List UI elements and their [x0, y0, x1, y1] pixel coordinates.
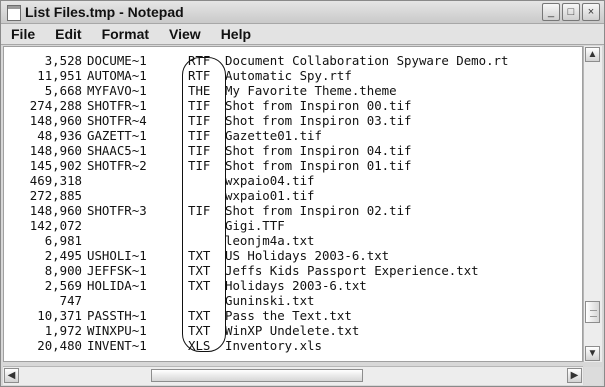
- long-name: US Holidays 2003-6.txt: [225, 248, 390, 263]
- file-size: 747: [59, 293, 82, 308]
- long-name: My Favorite Theme.theme: [225, 83, 397, 98]
- extension: TIF: [188, 158, 211, 173]
- notepad-window: List Files.tmp - Notepad _ □ × File Edit…: [0, 0, 605, 387]
- title-bar[interactable]: List Files.tmp - Notepad _ □ ×: [1, 1, 604, 24]
- long-name: wxpaio01.tif: [225, 188, 315, 203]
- file-size: 10,371: [37, 308, 82, 323]
- long-name: Shot from Inspiron 04.tif: [225, 143, 412, 158]
- short-name: SHOTFR~4: [87, 113, 147, 128]
- short-name: INVENT~1: [87, 338, 147, 353]
- short-name: GAZETT~1: [87, 128, 147, 143]
- minimize-button[interactable]: _: [542, 3, 560, 21]
- horizontal-scroll-thumb[interactable]: [151, 369, 363, 382]
- long-name: Guninski.txt: [225, 293, 315, 308]
- grip-icon: [590, 310, 597, 317]
- extension: TIF: [188, 203, 211, 218]
- file-size: 11,951: [37, 68, 82, 83]
- long-name: Shot from Inspiron 03.tif: [225, 113, 412, 128]
- scroll-up-button[interactable]: ▲: [585, 47, 600, 62]
- extension: XLS: [188, 338, 211, 353]
- file-size: 6,981: [44, 233, 82, 248]
- close-button[interactable]: ×: [582, 3, 600, 21]
- maximize-button[interactable]: □: [562, 3, 580, 21]
- menu-edit[interactable]: Edit: [45, 26, 91, 42]
- window-title: List Files.tmp - Notepad: [25, 4, 184, 20]
- file-size: 148,960: [29, 203, 82, 218]
- horizontal-scrollbar[interactable]: ◀ ▶: [3, 366, 583, 385]
- menu-bar: File Edit Format View Help: [1, 24, 604, 45]
- file-size: 8,900: [44, 263, 82, 278]
- file-size: 145,902: [29, 158, 82, 173]
- file-size: 274,288: [29, 98, 82, 113]
- short-name: SHOTFR~2: [87, 158, 147, 173]
- long-name: Automatic Spy.rtf: [225, 68, 352, 83]
- menu-help[interactable]: Help: [211, 26, 261, 42]
- file-size: 272,885: [29, 188, 82, 203]
- long-name: Shot from Inspiron 00.tif: [225, 98, 412, 113]
- short-name: PASSTH~1: [87, 308, 147, 323]
- text-editor[interactable]: 3,528 DOCUME~1 RTF Document Collaboration S…: [3, 46, 583, 362]
- file-size: 2,569: [44, 278, 82, 293]
- file-size: 2,495: [44, 248, 82, 263]
- extension: TXT: [188, 323, 211, 338]
- extension: TXT: [188, 248, 211, 263]
- scroll-right-button[interactable]: ▶: [567, 368, 582, 383]
- long-name: leonjm4a.txt: [225, 233, 315, 248]
- window-controls: _ □ ×: [542, 3, 600, 21]
- extension: TIF: [188, 113, 211, 128]
- extension: TXT: [188, 278, 211, 293]
- extension: RTF: [188, 68, 211, 83]
- extension: TXT: [188, 263, 211, 278]
- short-name: USHOLI~1: [87, 248, 147, 263]
- short-name: MYFAVO~1: [87, 83, 147, 98]
- long-name: Shot from Inspiron 02.tif: [225, 203, 412, 218]
- extension: TIF: [188, 98, 211, 113]
- extension: TIF: [188, 143, 211, 158]
- extension: THE: [188, 83, 211, 98]
- short-name: SHOTFR~3: [87, 203, 147, 218]
- extension: TXT: [188, 308, 211, 323]
- short-name: DOCUME~1: [87, 53, 147, 68]
- short-name: AUTOMA~1: [87, 68, 147, 83]
- vertical-scrollbar[interactable]: ▲ ▼: [583, 46, 602, 362]
- file-size: 469,318: [29, 173, 82, 188]
- notepad-icon: [7, 5, 21, 21]
- file-size: 142,072: [29, 218, 82, 233]
- file-size: 148,960: [29, 143, 82, 158]
- extension: RTF: [188, 53, 211, 68]
- long-name: Document Collaboration Spyware Demo.rt: [225, 53, 509, 68]
- file-size: 48,936: [37, 128, 82, 143]
- file-size: 3,528: [44, 53, 82, 68]
- short-name: HOLIDA~1: [87, 278, 147, 293]
- extension: TIF: [188, 128, 211, 143]
- menu-format[interactable]: Format: [92, 26, 159, 42]
- menu-file[interactable]: File: [1, 26, 45, 42]
- long-name: Holidays 2003-6.txt: [225, 278, 367, 293]
- long-name: Gazette01.tif: [225, 128, 322, 143]
- file-size: 20,480: [37, 338, 82, 353]
- long-name: Jeffs Kids Passport Experience.txt: [225, 263, 479, 278]
- menu-view[interactable]: View: [159, 26, 211, 42]
- file-size: 1,972: [44, 323, 82, 338]
- long-name: Shot from Inspiron 01.tif: [225, 158, 412, 173]
- long-name: WinXP Undelete.txt: [225, 323, 360, 338]
- scroll-left-button[interactable]: ◀: [4, 368, 19, 383]
- long-name: Pass the Text.txt: [225, 308, 352, 323]
- resize-grip[interactable]: [584, 367, 602, 385]
- long-name: wxpaio04.tif: [225, 173, 315, 188]
- file-size: 5,668: [44, 83, 82, 98]
- vertical-scroll-thumb[interactable]: [585, 301, 600, 323]
- short-name: SHOTFR~1: [87, 98, 147, 113]
- scroll-down-button[interactable]: ▼: [585, 346, 600, 361]
- file-size: 148,960: [29, 113, 82, 128]
- long-name: Gigi.TTF: [225, 218, 285, 233]
- short-name: JEFFSK~1: [87, 263, 147, 278]
- short-name: SHAAC5~1: [87, 143, 147, 158]
- long-name: Inventory.xls: [225, 338, 322, 353]
- short-name: WINXPU~1: [87, 323, 147, 338]
